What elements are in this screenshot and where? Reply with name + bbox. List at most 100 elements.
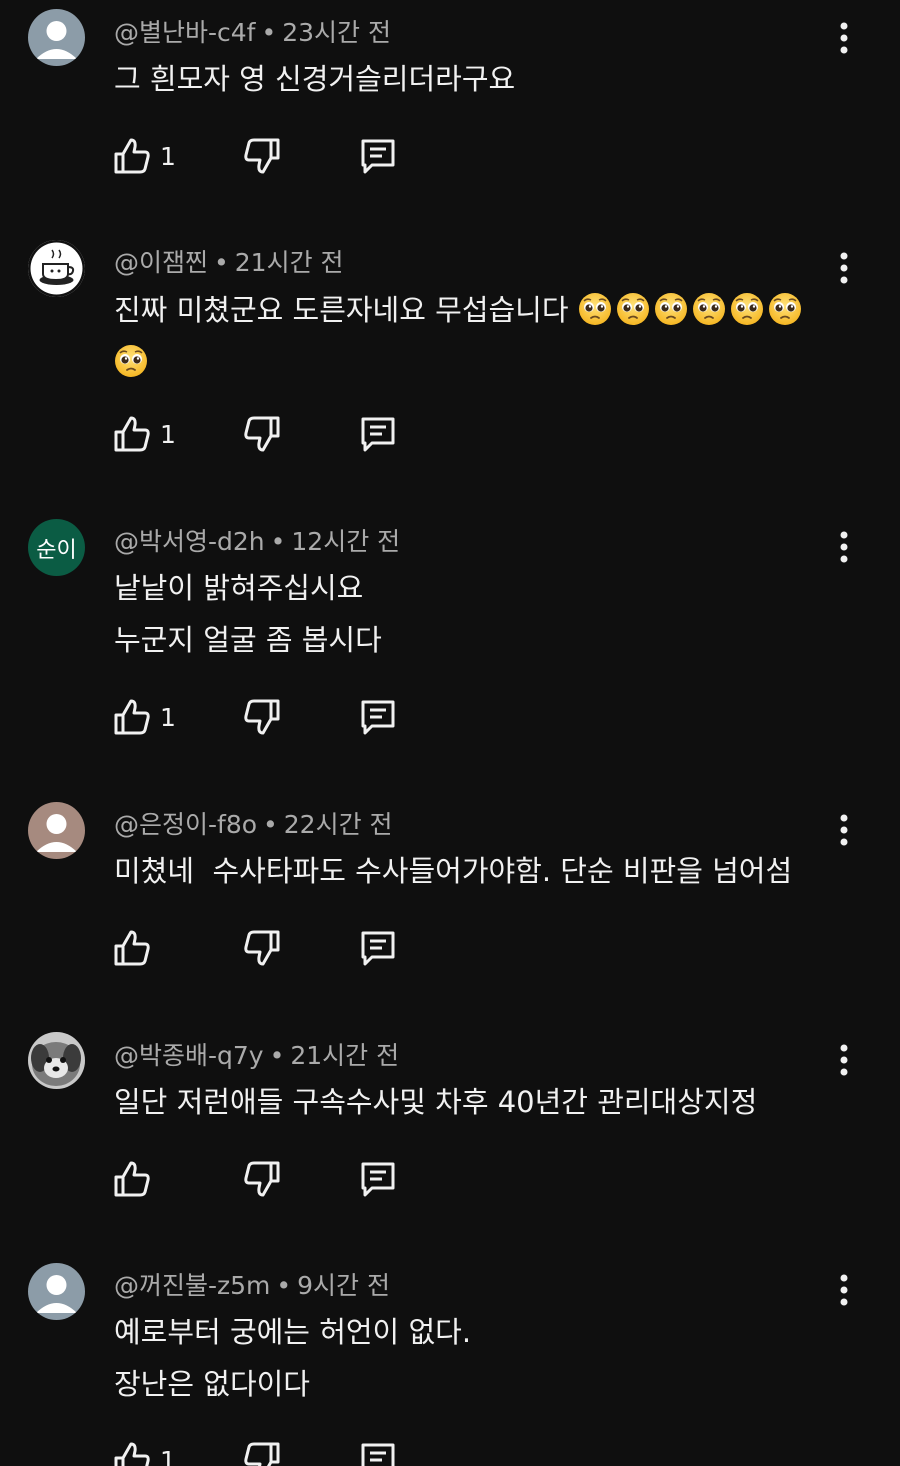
like-button[interactable]: 1 — [112, 134, 176, 178]
timestamp[interactable]: 23시간 전 — [282, 18, 391, 47]
comment-text: 일단 저런애들 구속수사및 차후 40년간 관리대상지정 — [114, 1076, 830, 1128]
more-vert-icon — [840, 1274, 848, 1306]
separator-dot: • — [270, 527, 286, 556]
thumb-down-icon — [244, 416, 280, 452]
comment-meta: @은정이-f8o • 22시간 전 — [114, 805, 393, 841]
more-options-button[interactable] — [826, 1268, 862, 1312]
comment-line: 일단 저런애들 구속수사및 차후 40년간 관리대상지정 — [114, 1085, 758, 1119]
dislike-button[interactable] — [242, 1438, 282, 1466]
reply-button[interactable] — [358, 412, 398, 456]
dislike-button[interactable] — [242, 1157, 282, 1201]
more-vert-icon — [840, 252, 848, 284]
like-button[interactable] — [112, 1157, 160, 1201]
more-options-button[interactable] — [826, 1038, 862, 1082]
thumb-up-icon — [114, 416, 150, 452]
thumb-up-icon — [114, 699, 150, 735]
like-count: 1 — [160, 419, 176, 449]
comment-line — [114, 336, 830, 388]
comment-text: 미쳤네 수사타파도 수사들어가야함. 단순 비판을 넘어섬 — [114, 845, 830, 897]
comment-line: 진짜 미쳤군요 도른자네요 무섭습니다 — [114, 284, 830, 336]
comment-line: 예로부터 궁에는 허언이 없다. — [114, 1315, 472, 1349]
comment-line: 미쳤네 수사타파도 수사들어가야함. 단순 비판을 넘어섬 — [114, 854, 793, 888]
like-button[interactable]: 1 — [112, 412, 176, 456]
more-vert-icon — [840, 22, 848, 54]
comment-line: 낱낱이 밝혀주십시요 — [114, 571, 364, 605]
separator-dot: • — [269, 1041, 285, 1070]
thumb-up-icon — [114, 930, 150, 966]
avatar[interactable] — [28, 802, 85, 859]
reply-button[interactable] — [358, 695, 398, 739]
comment-line: 그 흰모자 영 신경거슬리더라구요 — [114, 62, 516, 96]
comment-meta: @이잼찐 • 21시간 전 — [114, 243, 344, 279]
comment-actions — [112, 926, 432, 970]
reply-button[interactable] — [358, 134, 398, 178]
author-name[interactable]: @박서영-d2h — [114, 527, 265, 556]
comment-text: 예로부터 궁에는 허언이 없다. 장난은 없다이다 — [114, 1306, 830, 1410]
thumb-up-icon — [114, 138, 150, 174]
more-vert-icon — [840, 531, 848, 563]
thumb-down-icon — [244, 138, 280, 174]
author-name[interactable]: @별난바-c4f — [114, 18, 255, 47]
separator-dot: • — [276, 1271, 292, 1300]
reply-icon — [361, 139, 395, 174]
comment-line: 누군지 얼굴 좀 봅시다 — [114, 623, 382, 657]
pleading-face-emoji — [616, 290, 650, 325]
comment-text: 진짜 미쳤군요 도른자네요 무섭습니다 — [114, 284, 830, 388]
emoji-group — [114, 345, 152, 379]
comment-meta: @꺼진불-z5m • 9시간 전 — [114, 1266, 390, 1302]
timestamp[interactable]: 21시간 전 — [290, 1041, 399, 1070]
avatar[interactable]: 순이 — [28, 519, 85, 576]
like-count: 1 — [160, 141, 176, 171]
author-name[interactable]: @박종배-q7y — [114, 1041, 264, 1070]
separator-dot: • — [214, 248, 229, 277]
comment-actions: 1 — [112, 134, 432, 178]
avatar-text: 순이 — [36, 537, 77, 563]
separator-dot: • — [263, 810, 278, 839]
dislike-button[interactable] — [242, 695, 282, 739]
pleading-face-emoji — [730, 290, 764, 325]
comment-line: 장난은 없다이다 — [114, 1367, 310, 1401]
timestamp[interactable]: 22시간 전 — [284, 810, 393, 839]
comment-actions: 1 — [112, 695, 432, 739]
author-name[interactable]: @이잼찐 — [114, 248, 208, 277]
reply-icon — [361, 700, 395, 735]
reply-button[interactable] — [358, 926, 398, 970]
more-options-button[interactable] — [826, 16, 862, 60]
author-name[interactable]: @은정이-f8o — [114, 810, 257, 839]
pleading-face-emoji — [768, 290, 802, 325]
reply-button[interactable] — [358, 1438, 398, 1466]
dislike-button[interactable] — [242, 412, 282, 456]
timestamp[interactable]: 12시간 전 — [291, 527, 400, 556]
pleading-face-emoji — [578, 290, 612, 325]
timestamp[interactable]: 9시간 전 — [297, 1271, 390, 1300]
thumb-down-icon — [244, 699, 280, 735]
like-button[interactable] — [112, 926, 160, 970]
comment-actions: 1 — [112, 1438, 432, 1466]
dislike-button[interactable] — [242, 134, 282, 178]
more-vert-icon — [840, 814, 848, 846]
like-button[interactable]: 1 — [112, 695, 176, 739]
comment-text: 낱낱이 밝혀주십시요 누군지 얼굴 좀 봅시다 — [114, 562, 830, 666]
comment-actions — [112, 1157, 432, 1201]
timestamp[interactable]: 21시간 전 — [235, 248, 344, 277]
comment-actions: 1 — [112, 412, 432, 456]
thumb-down-icon — [244, 930, 280, 966]
author-name[interactable]: @꺼진불-z5m — [114, 1271, 270, 1300]
like-button[interactable]: 1 — [112, 1438, 176, 1466]
avatar[interactable] — [28, 9, 85, 66]
more-options-button[interactable] — [826, 808, 862, 852]
reply-button[interactable] — [358, 1157, 398, 1201]
more-vert-icon — [840, 1044, 848, 1076]
more-options-button[interactable] — [826, 525, 862, 569]
reply-icon — [361, 931, 395, 966]
dislike-button[interactable] — [242, 926, 282, 970]
emoji-group — [578, 293, 806, 327]
avatar[interactable] — [28, 1032, 85, 1089]
avatar[interactable] — [28, 240, 85, 297]
pleading-face-emoji — [114, 342, 148, 377]
reply-icon — [361, 417, 395, 452]
more-options-button[interactable] — [826, 246, 862, 290]
avatar[interactable] — [28, 1263, 85, 1320]
comment-list: @별난바-c4f • 23시간 전 그 흰모자 영 신경거슬리더라구요 1 @이… — [0, 0, 900, 1466]
reply-icon — [361, 1162, 395, 1197]
